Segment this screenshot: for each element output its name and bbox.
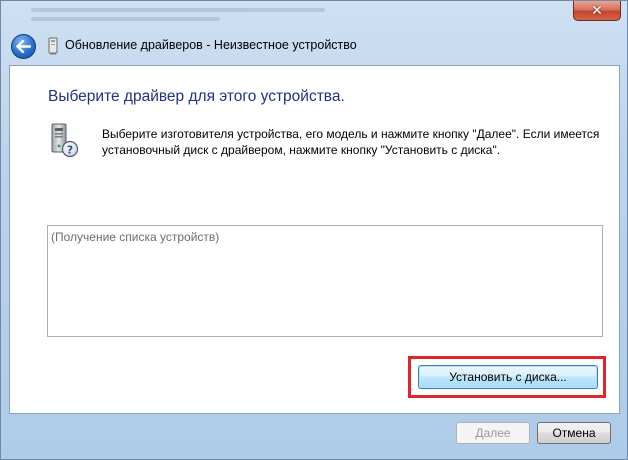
svg-text:?: ? <box>67 144 73 157</box>
unknown-hardware-icon: ? <box>46 122 80 158</box>
back-button[interactable] <box>11 34 36 59</box>
cancel-button[interactable]: Отмена <box>537 422 611 444</box>
wizard-content-panel: Выберите драйвер для этого устройства. ?… <box>9 65 620 414</box>
device-list[interactable]: (Получение списка устройств) <box>47 225 603 337</box>
window-frame: ✕ Обновление драйверов - Неизвестное уст… <box>0 0 628 460</box>
next-button[interactable]: Далее <box>456 422 530 444</box>
back-arrow-icon <box>16 40 31 53</box>
device-icon <box>46 37 60 55</box>
close-icon: ✕ <box>591 2 603 19</box>
blurred-background <box>31 3 451 33</box>
close-button[interactable]: ✕ <box>573 1 621 21</box>
instruction-text: Выберите изготовителя устройства, его мо… <box>102 127 600 157</box>
install-from-disk-button[interactable]: Установить с диска... <box>418 365 598 389</box>
page-heading: Выберите драйвер для этого устройства. <box>48 88 345 105</box>
device-list-status: (Получение списка устройств) <box>51 230 220 244</box>
window-title: Обновление драйверов - Неизвестное устро… <box>65 38 357 52</box>
